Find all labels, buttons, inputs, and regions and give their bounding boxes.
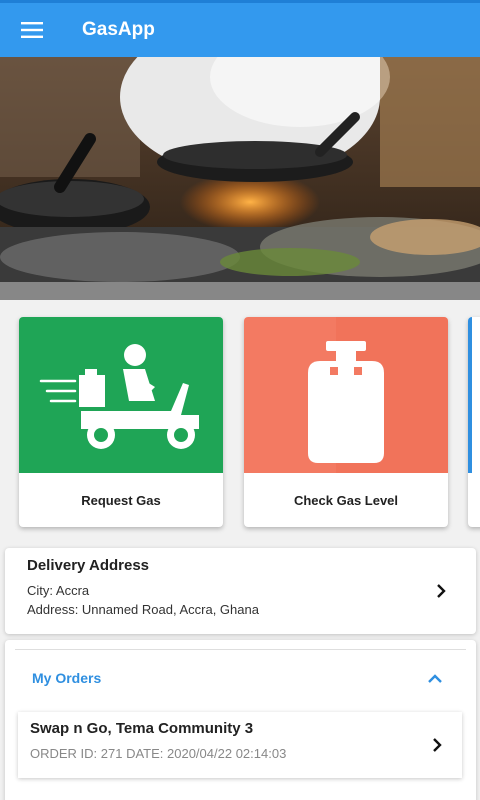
- my-orders-panel: My Orders Swap n Go, Tema Community 3 OR…: [5, 640, 476, 800]
- delivery-city: City: Accra: [27, 583, 90, 598]
- delivery-address-card[interactable]: Delivery Address City: Accra Address: Un…: [5, 548, 476, 634]
- chevron-right-icon: [433, 738, 442, 752]
- order-item[interactable]: Swap n Go, Tema Community 3 ORDER ID: 27…: [18, 712, 462, 778]
- request-gas-label: Request Gas: [81, 492, 161, 508]
- action-cards: Request Gas Check Gas Level: [0, 300, 480, 540]
- my-orders-title: My Orders: [32, 670, 102, 686]
- check-gas-level-card[interactable]: Check Gas Level: [244, 317, 448, 527]
- app-title: GasApp: [82, 19, 155, 40]
- chevron-up-icon: [428, 674, 442, 683]
- chevron-right-icon: [437, 584, 446, 598]
- hero-image: [0, 57, 480, 300]
- order-meta: ORDER ID: 271 DATE: 2020/04/22 02:14:03: [30, 746, 287, 761]
- check-gas-level-label: Check Gas Level: [293, 492, 399, 508]
- my-orders-toggle[interactable]: My Orders: [5, 650, 476, 706]
- gas-cylinder-icon: [308, 317, 448, 473]
- order-name: Swap n Go, Tema Community 3: [30, 720, 254, 737]
- request-gas-card[interactable]: Request Gas: [19, 317, 223, 527]
- hamburger-menu-icon: [21, 22, 43, 38]
- delivery-scooter-icon: [39, 344, 199, 449]
- next-card-peek[interactable]: [468, 317, 480, 527]
- delivery-address-line: Address: Unnamed Road, Accra, Ghana: [27, 602, 259, 617]
- check-gas-level-art: [244, 317, 448, 473]
- request-gas-art: [19, 317, 223, 473]
- app-bar: GasApp: [0, 3, 480, 57]
- delivery-address-title: Delivery Address: [27, 557, 150, 574]
- menu-button[interactable]: [0, 3, 64, 57]
